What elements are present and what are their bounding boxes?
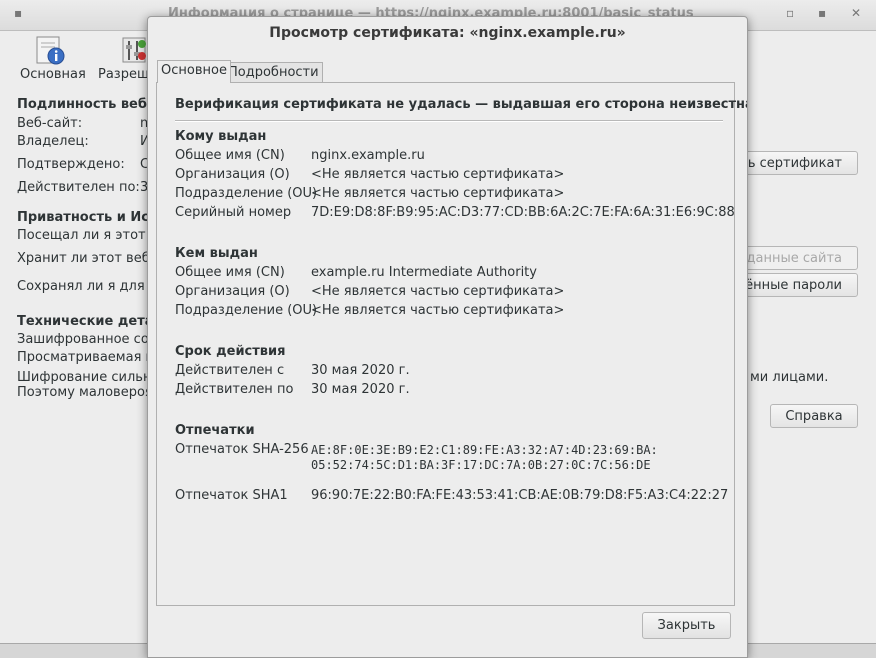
issued-by-ou-label: Подразделение (OU) [175, 303, 318, 318]
encrypted-text: Зашифрованное соед [17, 332, 166, 347]
maximize-icon[interactable]: ▪ [818, 6, 826, 20]
tab-general-cert[interactable]: Основное [157, 60, 231, 83]
certificate-viewer-dialog: Просмотр сертификата: «nginx.example.ru»… [147, 16, 748, 658]
dialog-title: Просмотр сертификата: «nginx.example.ru» [269, 25, 626, 41]
issued-to-cn-label: Общее имя (CN) [175, 148, 285, 163]
sha1-label: Отпечаток SHA1 [175, 488, 288, 503]
issued-to-heading: Кому выдан [175, 129, 267, 144]
visited-text: Посещал ли я этот в [17, 228, 158, 243]
tab-general-label: Основная [20, 67, 86, 82]
issued-by-cn-value: example.ru Intermediate Authority [311, 265, 537, 280]
cipher-text-tail: ми лицами. [750, 370, 829, 385]
serial-number-label: Серийный номер [175, 205, 292, 220]
valid-from-label: Действителен с [175, 363, 285, 378]
saved-text: Сохранял ли я для э [17, 279, 156, 294]
issued-to-o-label: Организация (O) [175, 167, 290, 182]
valid-until-label: Действителен по: [17, 180, 140, 195]
window-menu-icon[interactable]: ▪ [14, 6, 22, 20]
valid-to-label: Действителен по [175, 382, 294, 397]
close-button[interactable]: Закрыть [642, 612, 731, 639]
stores-text: Хранит ли этот веб-с [17, 251, 162, 266]
issued-by-ou-value: <Не является частью сертификата> [311, 303, 565, 318]
issued-by-o-value: <Не является частью сертификата> [311, 284, 565, 299]
valid-to-value: 30 мая 2020 г. [311, 382, 410, 397]
issued-to-ou-label: Подразделение (OU) [175, 186, 318, 201]
validity-heading: Срок действия [175, 344, 286, 359]
sha256-value-line2: 05:52:74:5C:D1:BA:3F:17:DC:7A:0B:27:0C:7… [311, 458, 651, 472]
verification-warning: Верификация сертификата не удалась — выд… [175, 97, 748, 112]
close-window-icon[interactable]: ✕ [851, 6, 861, 20]
issued-to-ou-value: <Не является частью сертификата> [311, 186, 565, 201]
tab-details[interactable]: Подробности [224, 62, 323, 83]
issued-by-cn-label: Общее имя (CN) [175, 265, 285, 280]
owner-label: Владелец: [17, 134, 89, 149]
sha1-value: 96:90:7E:22:B0:FA:FE:43:53:41:CB:AE:0B:7… [311, 488, 729, 503]
tech-heading: Технические детал [17, 314, 164, 329]
issued-by-o-label: Организация (O) [175, 284, 290, 299]
info-icon [36, 36, 65, 65]
sha256-value-line1: AE:8F:0E:3E:B9:E2:C1:89:FE:A3:32:A7:4D:2… [311, 443, 658, 457]
sha256-label: Отпечаток SHA-256 [175, 442, 309, 457]
warning-divider [175, 120, 723, 122]
help-button[interactable]: Справка [770, 404, 858, 428]
certificate-general-panel: Верификация сертификата не удалась — выд… [156, 82, 747, 606]
privacy-heading: Приватность и Исто [17, 210, 166, 225]
serial-number-value: 7D:E9:D8:8F:B9:95:AC:D3:77:CD:BB:6A:2C:7… [311, 205, 735, 220]
minimize-icon[interactable]: ▫ [786, 6, 794, 20]
valid-from-value: 30 мая 2020 г. [311, 363, 410, 378]
cipher-text: Шифрование сильно [17, 370, 160, 385]
issued-to-o-value: <Не является частью сертификата> [311, 167, 565, 182]
unlikely-text: Поэтому маловероят [17, 385, 161, 400]
identity-heading: Подлинность веб-с [17, 97, 161, 112]
viewed-text: Просматриваемая ва [17, 350, 162, 365]
fingerprints-heading: Отпечатки [175, 423, 255, 438]
issued-by-heading: Кем выдан [175, 246, 258, 261]
issued-to-cn-value: nginx.example.ru [311, 148, 425, 163]
website-label: Веб-сайт: [17, 116, 83, 131]
verified-label: Подтверждено: [17, 157, 125, 172]
